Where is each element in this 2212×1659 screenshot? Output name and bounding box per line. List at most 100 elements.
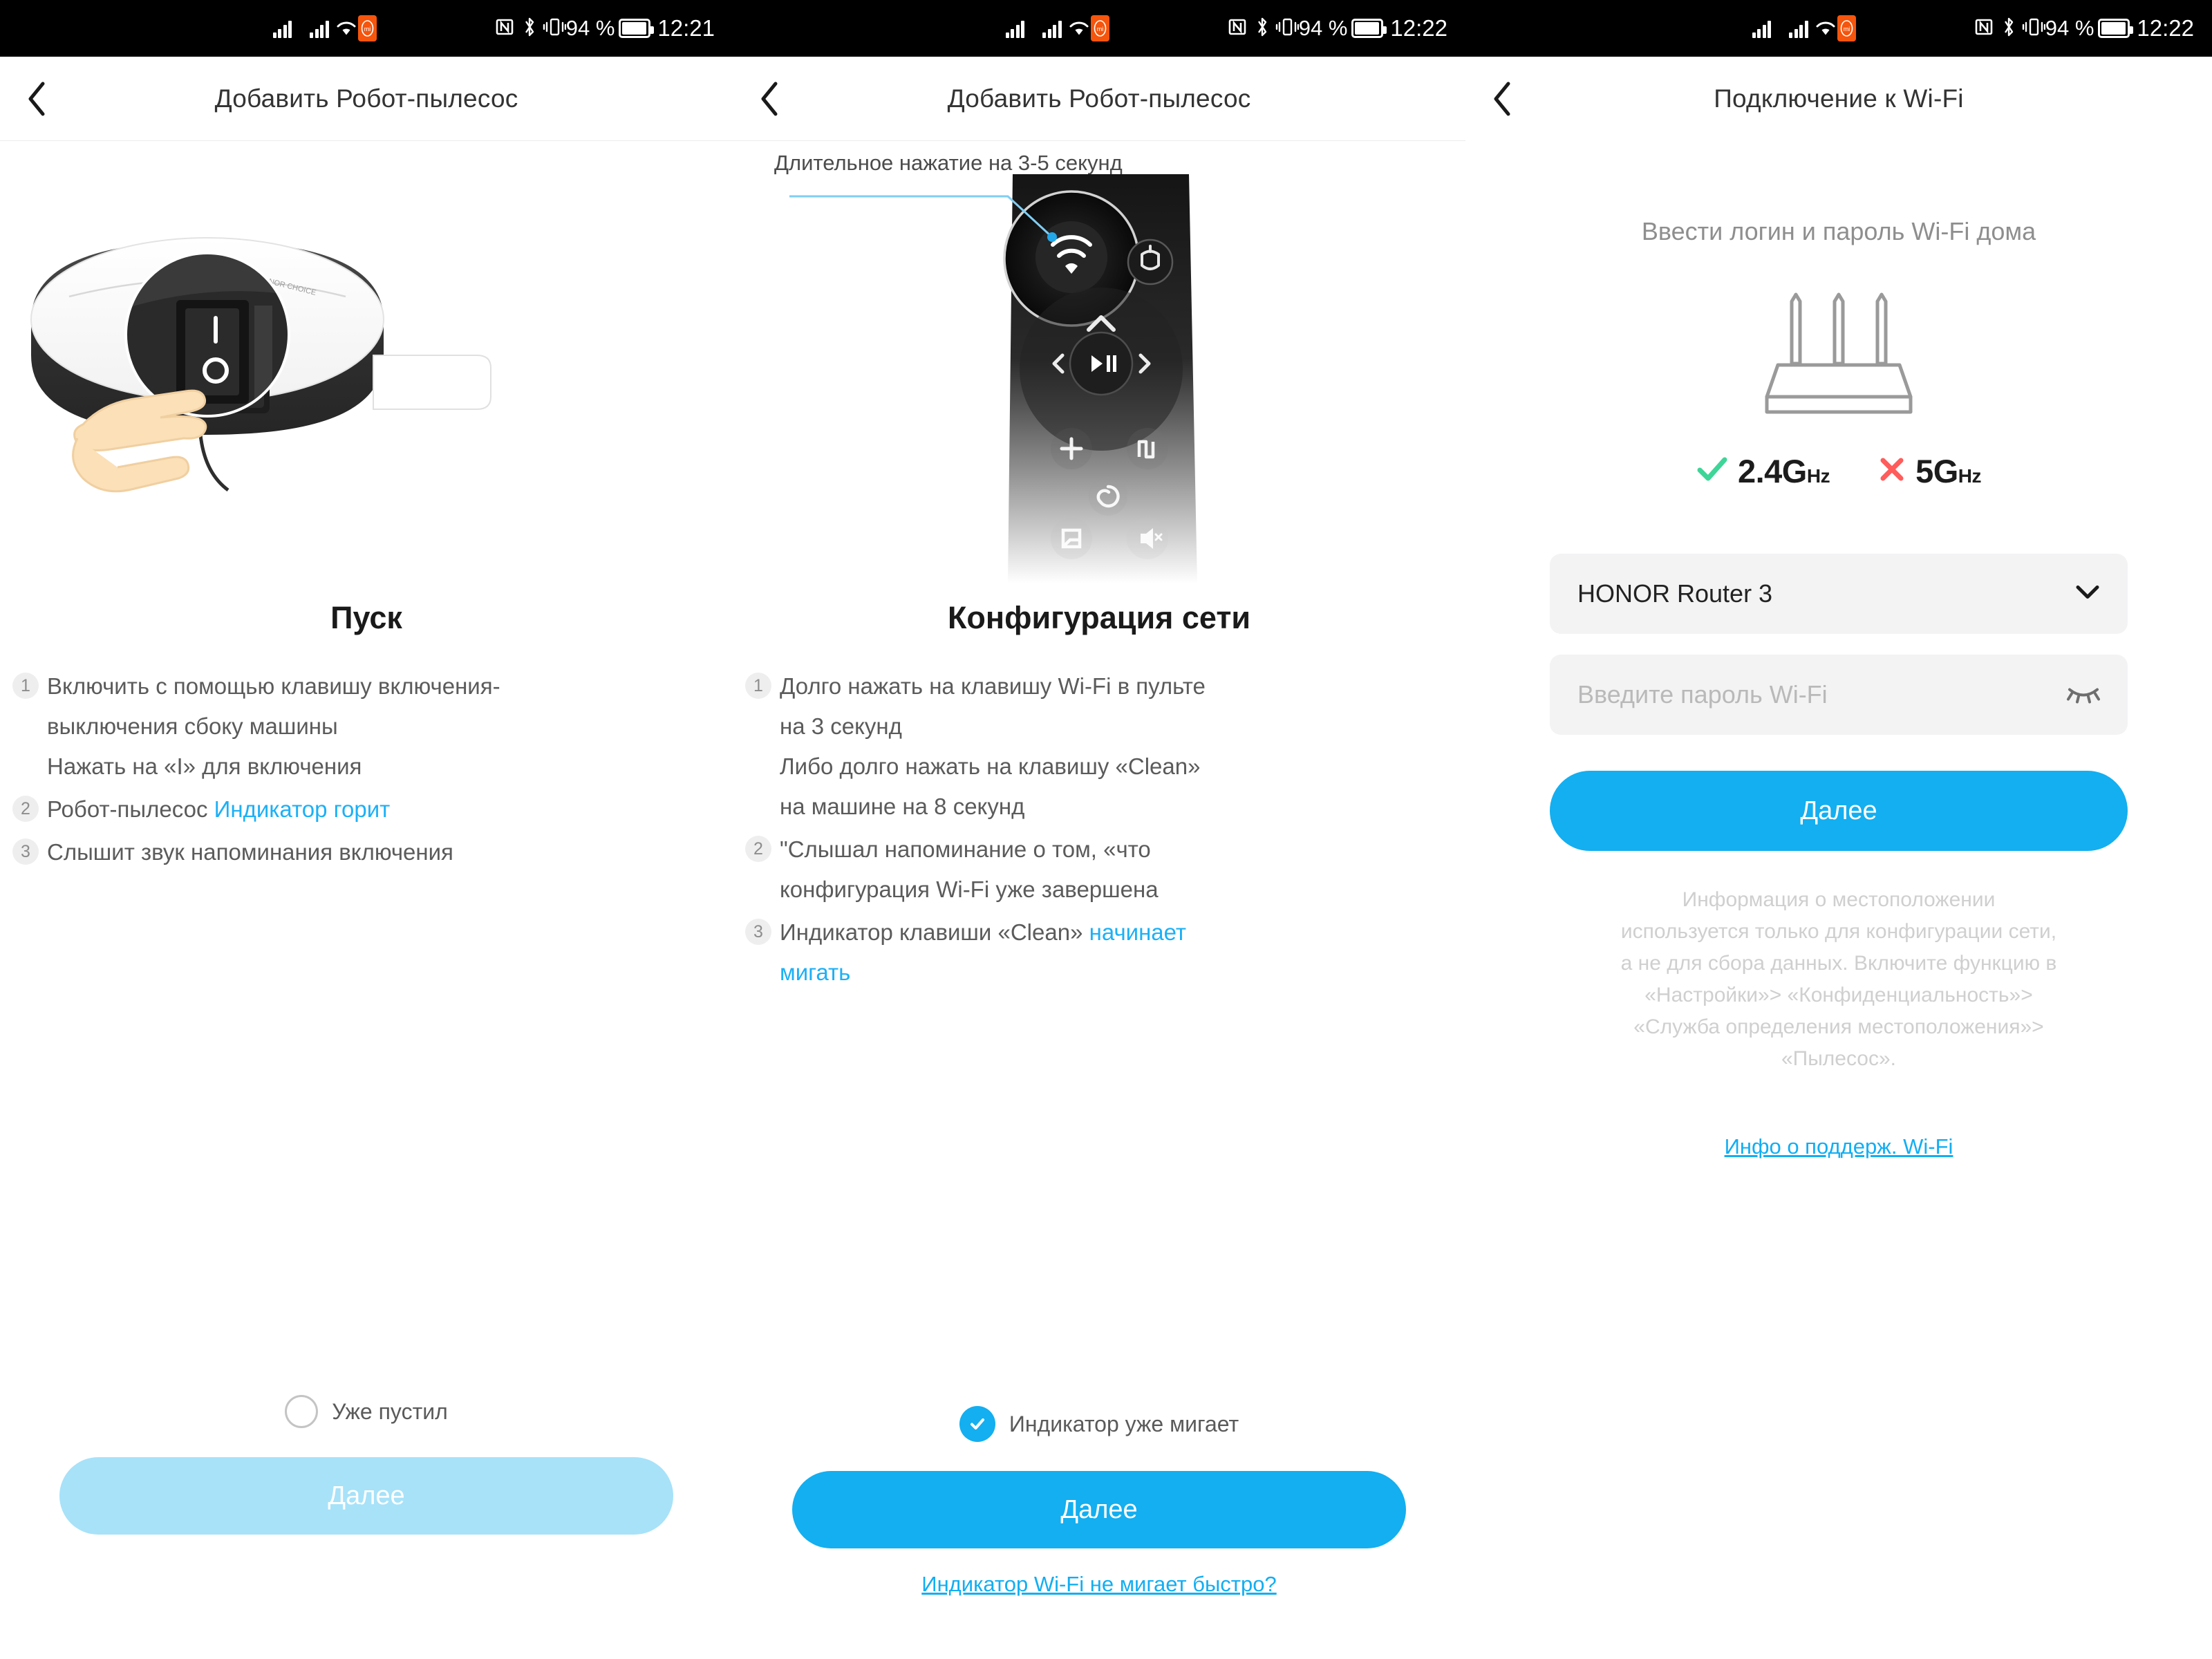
- step-line-plain: Индикатор клавиши «Clean»: [780, 919, 1089, 945]
- indicator-blinking-checkbox-row[interactable]: Индикатор уже мигает: [733, 1406, 1465, 1442]
- next-button-1[interactable]: Далее: [59, 1457, 673, 1535]
- clock-3: 12:22: [2137, 15, 2194, 41]
- privacy-line: «Служба определения местоположения»>: [1633, 1015, 2044, 1038]
- band-5g: 5GHz: [1878, 452, 1982, 490]
- vibrate-icon: [543, 16, 566, 41]
- back-button-2[interactable]: [745, 75, 794, 123]
- step-number: 3: [12, 838, 39, 865]
- section-title-1: Пуск: [330, 600, 402, 635]
- bluetooth-icon: [1255, 16, 1270, 41]
- wifi-subtitle: Ввести логин и пароль Wi-Fi дома: [1641, 217, 2036, 245]
- cellular-signal-icon-1: [1005, 19, 1025, 38]
- remote-illustration: Длительное нажатие на 3-5 секунд: [733, 141, 1465, 583]
- band-indicators: 2.4GHz 5GHz: [1465, 452, 2212, 490]
- step-number: 3: [745, 919, 771, 945]
- next-button-wrap-3: Далее: [1465, 771, 2212, 851]
- indicator-blinking-checkbox[interactable]: [959, 1406, 995, 1442]
- battery-percent-3: 94 %: [2045, 16, 2094, 40]
- steps-list-1: 1 Включить с помощью клавишу включения- …: [0, 666, 733, 872]
- step-line-highlight: начинает: [1089, 919, 1187, 945]
- step-text: Долго нажать на клавишу Wi-Fi в пульте н…: [780, 666, 1206, 827]
- wifi-icon: [1815, 19, 1836, 37]
- step-number: 2: [12, 796, 39, 822]
- step-item: 3 Индикатор клавиши «Clean» начинает миг…: [745, 912, 1443, 993]
- back-button-3[interactable]: [1478, 75, 1526, 123]
- step-line: Включить с помощью клавишу включения-: [47, 673, 500, 699]
- back-button-1[interactable]: [12, 75, 61, 123]
- band-2-4g-label: 2.4GHz: [1737, 453, 1830, 489]
- step-line-highlight: Индикатор горит: [214, 796, 391, 822]
- step-line: конфигурация Wi-Fi уже завершена: [780, 877, 1159, 902]
- privacy-line: Информация о местоположении: [1682, 888, 1996, 911]
- indicator-blinking-label: Индикатор уже мигает: [1009, 1411, 1239, 1436]
- step-text: Слышит звук напоминания включения: [47, 832, 453, 872]
- battery-percent-2: 94 %: [1298, 16, 1348, 40]
- already-started-label: Уже пустил: [332, 1398, 448, 1424]
- status-bar-3: mi 94 % 12:22: [1465, 0, 2212, 57]
- nfc-icon: [494, 17, 515, 41]
- bottom-controls-2: Индикатор уже мигает Далее Индикатор Wi-…: [733, 1406, 1465, 1597]
- ssid-value: HONOR Router 3: [1577, 579, 1773, 608]
- step-item: 1 Включить с помощью клавишу включения- …: [12, 666, 711, 787]
- battery-percent-1: 94 %: [565, 16, 615, 40]
- cellular-signal-icon-1: [272, 19, 292, 38]
- screen-network-config: mi 94 % 12:22 Добавить Робот-пылесос Дли…: [733, 0, 1465, 1659]
- step-line: на машине на 8 секунд: [780, 794, 1025, 819]
- cross-icon: [1878, 456, 1906, 487]
- step-text: Индикатор клавиши «Clean» начинает мигат…: [780, 912, 1186, 993]
- already-started-checkbox[interactable]: [285, 1395, 319, 1428]
- bluetooth-icon: [522, 16, 537, 41]
- step-number: 1: [12, 673, 39, 699]
- vibrate-icon: [1275, 16, 1299, 41]
- nav-bar-2: Добавить Робот-пылесос: [733, 57, 1465, 141]
- step-text: Робот-пылесос Индикатор горит: [47, 789, 390, 830]
- step-line: Долго нажать на клавишу Wi-Fi в пульте: [780, 673, 1206, 699]
- cellular-signal-icon-2: [1042, 19, 1062, 38]
- already-started-checkbox-row[interactable]: Уже пустил: [0, 1395, 733, 1428]
- step-line: Индикатор клавиши «Clean» начинает: [780, 912, 1186, 953]
- step-text: "Слышал напоминание о том, «что конфигур…: [780, 830, 1159, 910]
- eye-closed-icon[interactable]: [2065, 683, 2101, 707]
- wifi-router-icon: [1465, 286, 2212, 424]
- step-line-plain: Робот-пылесос: [47, 796, 214, 822]
- step-line-highlight: мигать: [780, 959, 851, 985]
- mi-account-icon: mi: [357, 15, 377, 41]
- battery-icon-1: [619, 19, 655, 38]
- privacy-line: «Пылесос».: [1781, 1047, 1897, 1070]
- step-item: 2 Робот-пылесос Индикатор горит: [12, 789, 711, 830]
- step-line: на 3 секунд: [780, 713, 902, 739]
- page-title-2: Добавить Робот-пылесос: [947, 84, 1251, 113]
- ssid-select[interactable]: HONOR Router 3: [1550, 554, 2128, 634]
- privacy-notice: Информация о местоположении используется…: [1535, 884, 2143, 1075]
- next-button-2[interactable]: Далее: [792, 1471, 1406, 1548]
- cellular-signal-icon-1: [1752, 19, 1772, 38]
- wifi-icon: [1069, 19, 1089, 37]
- svg-text:mi: mi: [1843, 26, 1850, 32]
- step-number: 2: [745, 836, 771, 862]
- band-5g-label: 5GHz: [1915, 453, 1982, 489]
- section-title-2: Конфигурация сети: [947, 600, 1251, 635]
- password-input[interactable]: Введите пароль Wi-Fi: [1550, 655, 2128, 735]
- bottom-controls-1: Уже пустил Далее: [0, 1395, 733, 1535]
- next-button-3[interactable]: Далее: [1550, 771, 2128, 851]
- cellular-signal-icon-2: [310, 19, 329, 38]
- chevron-down-icon[interactable]: [2074, 583, 2101, 605]
- step-line: Либо долго нажать на клавишу «Clean»: [780, 753, 1201, 779]
- page-title-1: Добавить Робот-пылесос: [214, 84, 518, 113]
- nfc-icon: [1974, 17, 1994, 41]
- step-item: 2 "Слышал напоминание о том, «что конфиг…: [745, 830, 1443, 910]
- step-line: Слышит звук напоминания включения: [47, 839, 453, 865]
- wifi-support-info-link[interactable]: Инфо о поддерж. Wi-Fi: [1465, 1134, 2212, 1159]
- vacuum-illustration: HONOR CHOICE: [0, 141, 733, 583]
- step-line: Нажать на «I» для включения: [47, 753, 362, 779]
- step-item: 1 Долго нажать на клавишу Wi-Fi в пульте…: [745, 666, 1443, 827]
- step-item: 3 Слышит звук напоминания включения: [12, 832, 711, 872]
- svg-text:mi: mi: [1096, 26, 1103, 32]
- vibrate-icon: [2022, 16, 2045, 41]
- cellular-signal-icon-2: [1789, 19, 1808, 38]
- wifi-icon: [336, 19, 357, 37]
- wifi-form: HONOR Router 3 Введите пароль Wi-Fi: [1465, 554, 2212, 735]
- page-title-3: Подключение к Wi-Fi: [1714, 84, 1964, 113]
- password-placeholder: Введите пароль Wi-Fi: [1577, 680, 1828, 709]
- wifi-not-blinking-link[interactable]: Индикатор Wi-Fi не мигает быстро?: [733, 1572, 1465, 1597]
